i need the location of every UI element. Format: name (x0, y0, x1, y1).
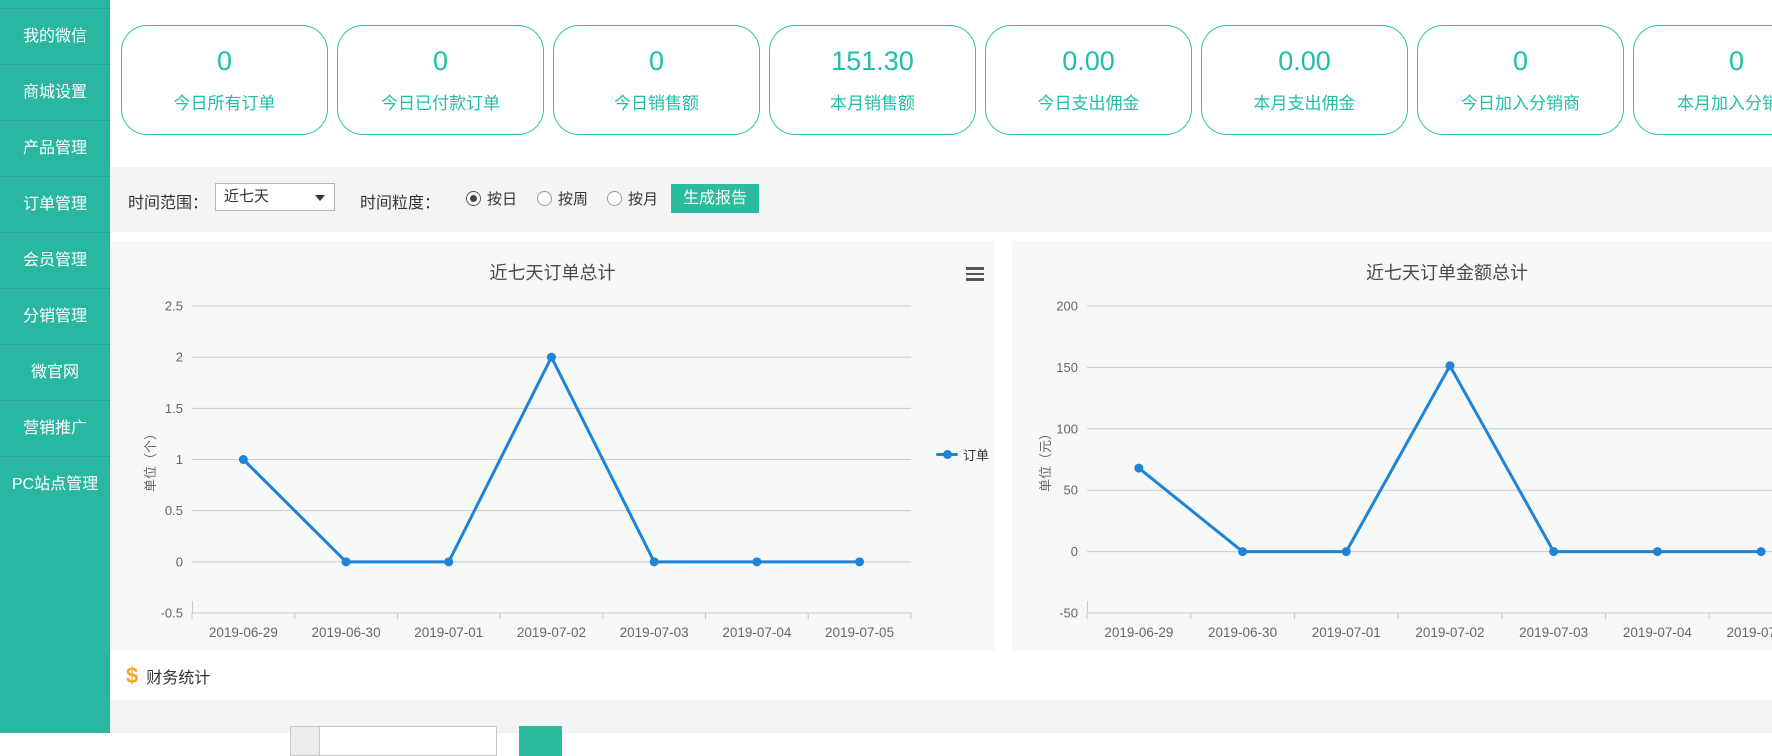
order-count-line-chart: -0.5 0 0.5 1 1.5 2 2.5 2019-06-29 2019-06-30 2019… (110, 241, 995, 651)
stat-card-month-commission: 0.00 本月支出佣金 (1201, 25, 1408, 135)
finance-date-input[interactable] (320, 726, 497, 756)
stat-card-row: 0 今日所有订单 0 今日已付款订单 0 今日销售额 151.30 本月销售额 … (121, 25, 1772, 135)
sidebar-item-products[interactable]: 产品管理 (0, 120, 110, 176)
legend-line-marker-icon (936, 453, 958, 456)
stat-card-today-commission: 0.00 今日支出佣金 (985, 25, 1192, 135)
report-filter-bar: 时间范围： 近七天 时间粒度： 按日 按周 按月 生成报告 (110, 167, 1772, 232)
svg-text:200: 200 (1056, 299, 1078, 314)
chart-legend-orders[interactable]: 订单 (936, 445, 989, 464)
sidebar-item-my-wechat[interactable]: 我的微信 (0, 8, 110, 64)
svg-text:150: 150 (1056, 360, 1078, 375)
stat-card-today-paid-orders: 0 今日已付款订单 (337, 25, 544, 135)
radio-icon (466, 191, 481, 206)
legend-label: 订单 (963, 445, 989, 464)
chevron-down-icon (315, 195, 325, 201)
stat-value: 0.00 (1278, 46, 1331, 77)
sidebar-item-mall-settings[interactable]: 商城设置 (0, 64, 110, 120)
svg-text:0: 0 (176, 554, 183, 569)
svg-text:2019-06-29: 2019-06-29 (1104, 625, 1173, 640)
time-range-label: 时间范围： (128, 189, 208, 213)
finance-stats-header: $ 财务统计 (110, 651, 1772, 700)
svg-text:2019-07-02: 2019-07-02 (1415, 625, 1484, 640)
stat-value: 0 (217, 46, 232, 77)
svg-text:2019-07-04: 2019-07-04 (722, 625, 792, 640)
finance-query-button[interactable] (519, 726, 562, 756)
sidebar-item-micro-site[interactable]: 微官网 (0, 344, 110, 400)
stat-value: 0 (1729, 46, 1744, 77)
stat-label: 本月销售额 (830, 89, 915, 114)
svg-text:2019-07-03: 2019-07-03 (620, 625, 689, 640)
radio-by-day[interactable]: 按日 (466, 188, 517, 209)
stat-card-today-sales: 0 今日销售额 (553, 25, 760, 135)
svg-text:1: 1 (176, 452, 183, 467)
sidebar-item-members[interactable]: 会员管理 (0, 232, 110, 288)
svg-text:2019-07-01: 2019-07-01 (414, 625, 483, 640)
stat-card-today-orders: 0 今日所有订单 (121, 25, 328, 135)
finance-stats-body (110, 700, 1772, 733)
stat-card-today-new-distributors: 0 今日加入分销商 (1417, 25, 1624, 135)
granularity-label: 时间粒度： (360, 189, 440, 213)
sidebar-item-marketing[interactable]: 营销推广 (0, 400, 110, 456)
time-range-selected-value: 近七天 (224, 188, 269, 205)
svg-text:2019-07-05: 2019-07-05 (1727, 625, 1772, 640)
sidebar-item-orders[interactable]: 订单管理 (0, 176, 110, 232)
svg-text:0: 0 (1071, 544, 1078, 559)
svg-text:2019-06-30: 2019-06-30 (1208, 625, 1277, 640)
generate-report-button[interactable]: 生成报告 (671, 184, 759, 213)
svg-text:单位（个）: 单位（个） (143, 427, 158, 492)
svg-text:单位（元）: 单位（元） (1038, 427, 1053, 492)
radio-label: 按日 (487, 188, 517, 209)
svg-text:2019-07-02: 2019-07-02 (517, 625, 586, 640)
sidebar-item-distribution[interactable]: 分销管理 (0, 288, 110, 344)
stat-label: 本月加入分销商 (1677, 89, 1772, 114)
svg-text:2019-06-30: 2019-06-30 (312, 625, 381, 640)
svg-text:2019-07-04: 2019-07-04 (1623, 625, 1693, 640)
order-count-chart-panel: 近七天订单总计 -0.500.511.522.52019-06-292019-0… (110, 241, 995, 651)
svg-text:100: 100 (1056, 421, 1078, 436)
stat-label: 今日加入分销商 (1461, 89, 1580, 114)
dollar-icon: $ (126, 663, 138, 689)
svg-text:-50: -50 (1059, 606, 1078, 621)
svg-text:1.5: 1.5 (165, 401, 183, 416)
stat-label: 今日已付款订单 (381, 89, 500, 114)
sidebar-item-pc-site[interactable]: PC站点管理 (0, 456, 110, 512)
radio-by-week[interactable]: 按周 (537, 188, 588, 209)
stat-card-month-new-distributors: 0 本月加入分销商 (1633, 25, 1772, 135)
svg-text:2019-07-05: 2019-07-05 (825, 625, 894, 640)
stat-value: 0.00 (1062, 46, 1115, 77)
svg-text:2019-07-03: 2019-07-03 (1519, 625, 1588, 640)
finance-input-addon (290, 726, 320, 756)
time-range-select[interactable]: 近七天 (215, 183, 335, 211)
stat-label: 今日销售额 (614, 89, 699, 114)
svg-text:2.5: 2.5 (165, 299, 183, 314)
stat-label: 今日支出佣金 (1038, 89, 1140, 114)
radio-label: 按月 (628, 188, 658, 209)
stat-value: 0 (433, 46, 448, 77)
sidebar: 我的微信 商城设置 产品管理 订单管理 会员管理 分销管理 微官网 营销推广 P… (0, 0, 110, 733)
chart-menu-icon[interactable] (966, 267, 984, 281)
svg-text:-0.5: -0.5 (161, 606, 183, 621)
order-amount-line-chart: -50 0 50 100 150 200 2019-06-29 2019-06-30 2019-… (1012, 241, 1772, 651)
svg-text:50: 50 (1064, 483, 1078, 498)
svg-text:2: 2 (176, 350, 183, 365)
radio-label: 按周 (558, 188, 588, 209)
radio-icon (537, 191, 552, 206)
stat-value: 0 (649, 46, 664, 77)
order-amount-chart-panel: 近七天订单金额总计 -500501001502002019-06-292019-… (1012, 241, 1772, 651)
stat-value: 151.30 (831, 46, 914, 77)
stat-card-month-sales: 151.30 本月销售额 (769, 25, 976, 135)
stat-value: 0 (1513, 46, 1528, 77)
stat-label: 本月支出佣金 (1254, 89, 1356, 114)
radio-icon (607, 191, 622, 206)
svg-text:0.5: 0.5 (165, 503, 183, 518)
radio-by-month[interactable]: 按月 (607, 188, 658, 209)
svg-text:2019-07-01: 2019-07-01 (1312, 625, 1381, 640)
svg-text:2019-06-29: 2019-06-29 (209, 625, 278, 640)
finance-stats-title: 财务统计 (146, 664, 210, 688)
stat-label: 今日所有订单 (174, 89, 276, 114)
